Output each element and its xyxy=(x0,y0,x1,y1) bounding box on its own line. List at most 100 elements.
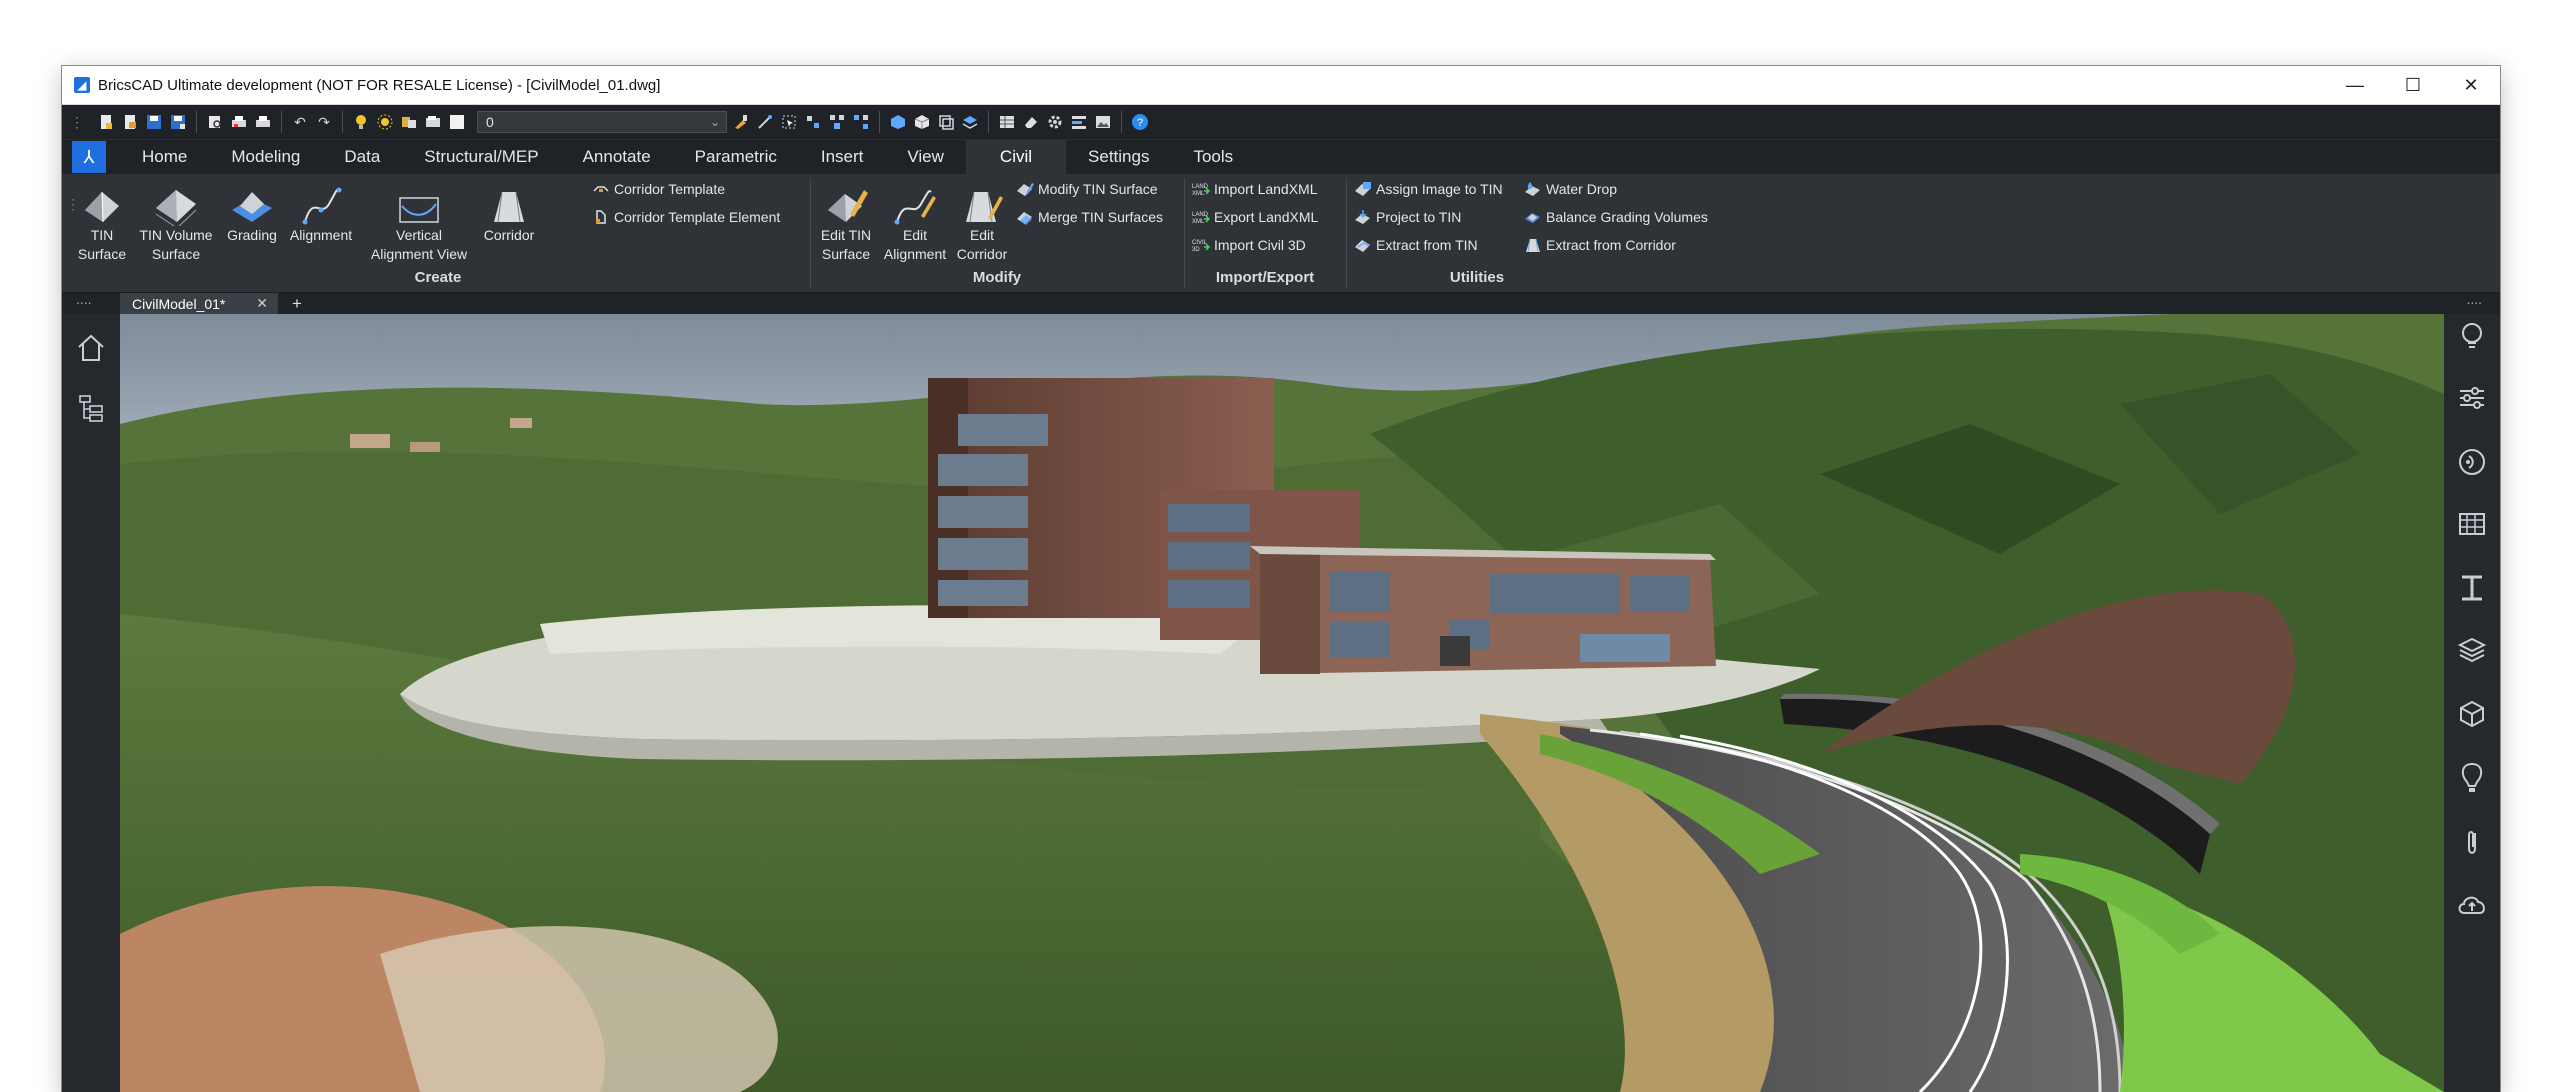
cube-3d-icon[interactable] xyxy=(2452,694,2492,734)
edit-alignment-icon xyxy=(893,178,937,226)
light-icon[interactable] xyxy=(351,112,371,132)
merge-tin-surfaces-button[interactable]: Merge TIN Surfaces xyxy=(1016,208,1163,226)
ribbon-group-title-modify: Modify xyxy=(972,269,1022,286)
help-icon[interactable]: ? xyxy=(1130,112,1150,132)
vertical-alignment-view-icon xyxy=(396,178,442,226)
app-window: ◢ BricsCAD Ultimate development (NOT FOR… xyxy=(62,66,2500,1092)
ribbon-group-title-create: Create xyxy=(414,269,462,286)
draw-order-icon[interactable] xyxy=(1069,112,1089,132)
application-menu-button[interactable]: ⅄ xyxy=(72,141,106,173)
corridor-template-element-button[interactable]: Corridor Template Element xyxy=(592,208,780,226)
open-icon[interactable] xyxy=(120,112,140,132)
close-button[interactable]: ✕ xyxy=(2442,66,2500,104)
tin-volume-surface-button[interactable]: TIN Volume Surface xyxy=(134,178,218,264)
library-panel-icon[interactable] xyxy=(2452,504,2492,544)
import-civil3d-button[interactable]: CIVIL 3D Import Civil 3D xyxy=(1192,236,1306,254)
document-tab[interactable]: CivilModel_01* ✕ xyxy=(120,293,278,314)
tab-insert[interactable]: Insert xyxy=(799,140,886,174)
layers-panel-icon[interactable] xyxy=(2452,630,2492,670)
settings-icon[interactable] xyxy=(1045,112,1065,132)
vertical-alignment-view-button[interactable]: Vertical Alignment View xyxy=(364,178,474,264)
structure-browser-icon[interactable] xyxy=(71,388,111,428)
cloud-upload-icon[interactable] xyxy=(2452,884,2492,924)
lightbulb-tips-icon[interactable] xyxy=(2452,318,2492,358)
edit-alignment-button[interactable]: Edit Alignment xyxy=(882,178,948,264)
select-icon[interactable] xyxy=(779,112,799,132)
tin-volume-surface-icon xyxy=(153,178,199,226)
new-icon[interactable] xyxy=(96,112,116,132)
select-similar-icon[interactable] xyxy=(827,112,847,132)
tab-civil[interactable]: Civil xyxy=(965,140,1067,174)
alignment-button[interactable]: Alignment xyxy=(284,178,358,245)
grip-icon[interactable] xyxy=(851,112,871,132)
edit-tin-surface-button[interactable]: Edit TIN Surface xyxy=(814,178,878,264)
tab-settings[interactable]: Settings xyxy=(1066,140,1171,174)
left-panel-grip[interactable]: .... xyxy=(76,292,92,306)
home-icon[interactable] xyxy=(71,328,111,368)
tab-annotate[interactable]: Annotate xyxy=(561,140,673,174)
export-landxml-button[interactable]: LAND XML Export LandXML xyxy=(1192,208,1318,226)
toolbar-grip-icon[interactable]: ⋮ xyxy=(70,114,84,131)
balance-grading-volumes-button[interactable]: Balance Grading Volumes xyxy=(1524,208,1708,226)
tab-structural-mep[interactable]: Structural/MEP xyxy=(402,140,560,174)
undo-icon[interactable]: ↶ xyxy=(290,112,310,132)
print-icon[interactable] xyxy=(253,112,273,132)
svg-text:XML: XML xyxy=(1192,219,1205,225)
attachment-paperclip-icon[interactable] xyxy=(2452,822,2492,862)
extract-from-corridor-button[interactable]: Extract from Corridor xyxy=(1524,236,1676,254)
properties-sliders-icon[interactable] xyxy=(2452,378,2492,418)
tin-surface-button[interactable]: TIN Surface xyxy=(74,178,130,264)
svg-text:XML: XML xyxy=(1192,191,1205,197)
assign-image-to-tin-button[interactable]: Assign Image to TIN xyxy=(1354,180,1503,198)
quick-select-icon[interactable] xyxy=(803,112,823,132)
save-icon[interactable] xyxy=(144,112,164,132)
tab-modeling[interactable]: Modeling xyxy=(209,140,322,174)
tab-parametric[interactable]: Parametric xyxy=(673,140,799,174)
modify-tin-surface-button[interactable]: Modify TIN Surface xyxy=(1016,180,1158,198)
plot-icon[interactable] xyxy=(229,112,249,132)
hot-air-balloon-icon[interactable] xyxy=(2452,758,2492,798)
corridor-button[interactable]: Corridor xyxy=(474,178,544,245)
merge-tin-surfaces-icon xyxy=(1016,208,1034,226)
tab-home[interactable]: Home xyxy=(120,140,209,174)
sound-waves-icon[interactable] xyxy=(2452,442,2492,482)
ribbon-group-title-utilities: Utilities xyxy=(1449,269,1505,286)
tab-view[interactable]: View xyxy=(885,140,966,174)
tab-data[interactable]: Data xyxy=(322,140,402,174)
tab-tools[interactable]: Tools xyxy=(1171,140,1255,174)
i-beam-structural-icon[interactable] xyxy=(2452,568,2492,608)
edit-corridor-button[interactable]: Edit Corridor xyxy=(950,178,1014,264)
layers-icon[interactable] xyxy=(960,112,980,132)
layer-props-icon[interactable] xyxy=(399,112,419,132)
import-landxml-button[interactable]: LAND XML Import LandXML xyxy=(1192,180,1318,198)
sun-icon[interactable] xyxy=(375,112,395,132)
ribbon-tabs: ⅄ Home Modeling Data Structural/MEP Anno… xyxy=(62,140,2500,174)
table-icon[interactable] xyxy=(997,112,1017,132)
project-to-tin-button[interactable]: Project to TIN xyxy=(1354,208,1461,226)
new-document-tab-button[interactable]: + xyxy=(292,293,302,314)
pick-icon[interactable] xyxy=(755,112,775,132)
maximize-button[interactable]: ☐ xyxy=(2384,66,2442,104)
close-document-icon[interactable]: ✕ xyxy=(256,295,268,312)
match-props-icon[interactable] xyxy=(731,112,751,132)
image-icon[interactable] xyxy=(1093,112,1113,132)
water-drop-button[interactable]: Water Drop xyxy=(1524,180,1617,198)
redo-icon[interactable]: ↷ xyxy=(314,112,334,132)
layer-state-icon[interactable] xyxy=(423,112,443,132)
view-cube-icon[interactable] xyxy=(888,112,908,132)
solid-icon[interactable] xyxy=(912,112,932,132)
eraser-icon[interactable] xyxy=(1021,112,1041,132)
grading-button[interactable]: Grading xyxy=(222,178,282,245)
model-viewport[interactable] xyxy=(120,314,2444,1092)
extract-from-tin-button[interactable]: Extract from TIN xyxy=(1354,236,1478,254)
layer-dropdown[interactable]: 0 ⌄ xyxy=(477,111,727,133)
minimize-button[interactable]: — xyxy=(2326,66,2384,104)
save-as-icon[interactable] xyxy=(168,112,188,132)
corridor-template-button[interactable]: Corridor Template xyxy=(592,180,725,198)
right-panel-grip[interactable]: .... xyxy=(2466,292,2482,306)
color-swatch-icon[interactable] xyxy=(447,112,467,132)
render-icon[interactable] xyxy=(936,112,956,132)
civil-3d-model-scene xyxy=(120,314,2444,1092)
grading-icon xyxy=(230,178,274,226)
print-preview-icon[interactable] xyxy=(205,112,225,132)
